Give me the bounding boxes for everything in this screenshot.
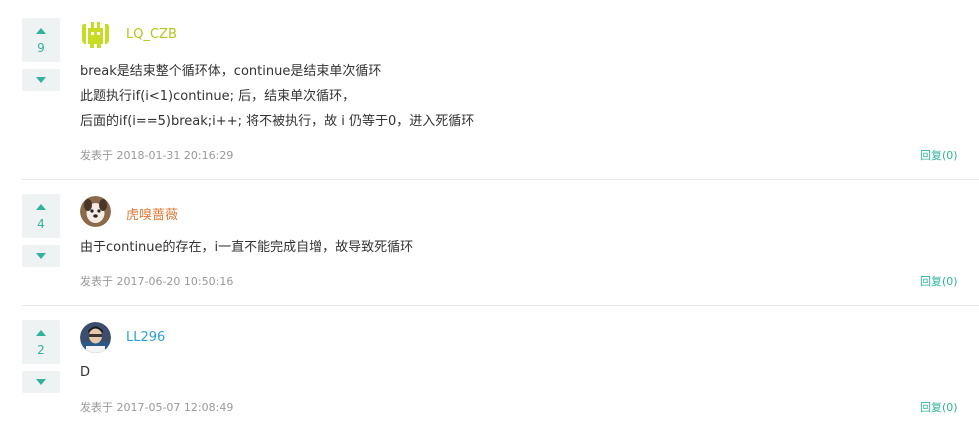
comment-body-line: 由于continue的存在，i一直不能完成自增，故导致死循环 [80,240,414,255]
avatar[interactable] [80,18,111,49]
post-timestamp: 发表于 2018-01-31 20:16:29 [80,149,234,162]
upvote-button[interactable]: 2 [22,320,60,364]
reply-link[interactable]: 回复(0) [920,273,958,289]
comment-body-line: D [80,365,91,380]
downvote-button[interactable] [22,245,60,267]
avatar[interactable] [80,322,111,353]
vote-widget: 9 [22,18,60,91]
green-robot-avatar-icon [80,18,111,49]
comment-body-line: 后面的if(i==5)break;i++; 将不被执行，故 i 仍等于0，进入死… [80,114,475,129]
reply-link[interactable]: 回复(0) [920,399,958,415]
downvote-button[interactable] [22,371,60,393]
avatar[interactable] [80,196,111,227]
comment-item: 4 虎嗅蔷薇 由于continue的存在，i一直不能完成自增，故导致死循环 发表… [0,180,979,306]
comment-body-line: break是结束整个循环体，continue是结束单次循环 [80,64,382,79]
username-link[interactable]: LL296 [126,330,165,345]
post-timestamp: 发表于 2017-06-20 10:50:16 [80,275,234,288]
vote-count: 9 [37,41,45,55]
vote-widget: 2 [22,320,60,393]
person-photo-avatar-icon [80,322,111,353]
dog-photo-avatar-icon [80,196,111,227]
upvote-button[interactable]: 9 [22,18,60,62]
arrow-down-icon [36,77,46,83]
comment-body: break是结束整个循环体，continue是结束单次循环 此题执行if(i<1… [80,59,474,134]
comment-list: 9 LQ_CZB break是结束整个循环体，continue是结束单次循环 此… [0,0,979,426]
comment-body-line: 此题执行if(i<1)continue; 后，结束单次循环， [80,89,356,104]
username-link[interactable]: 虎嗅蔷薇 [126,204,178,223]
arrow-down-icon [36,379,46,385]
arrow-up-icon [36,330,46,336]
arrow-down-icon [36,253,46,259]
reply-link[interactable]: 回复(0) [920,147,958,163]
downvote-button[interactable] [22,69,60,91]
arrow-up-icon [36,28,46,34]
vote-count: 4 [37,217,45,231]
vote-count: 2 [37,343,45,357]
comment-item: 9 LQ_CZB break是结束整个循环体，continue是结束单次循环 此… [0,0,979,180]
upvote-button[interactable]: 4 [22,194,60,238]
comment-body: D [80,360,90,385]
comment-item: 2 LL296 D 发表于 2017-05-07 12:08:49 回复(0) [0,306,979,426]
comment-body: 由于continue的存在，i一直不能完成自增，故导致死循环 [80,235,413,260]
arrow-up-icon [36,204,46,210]
post-timestamp: 发表于 2017-05-07 12:08:49 [80,401,234,414]
vote-widget: 4 [22,194,60,267]
username-link[interactable]: LQ_CZB [126,27,177,42]
